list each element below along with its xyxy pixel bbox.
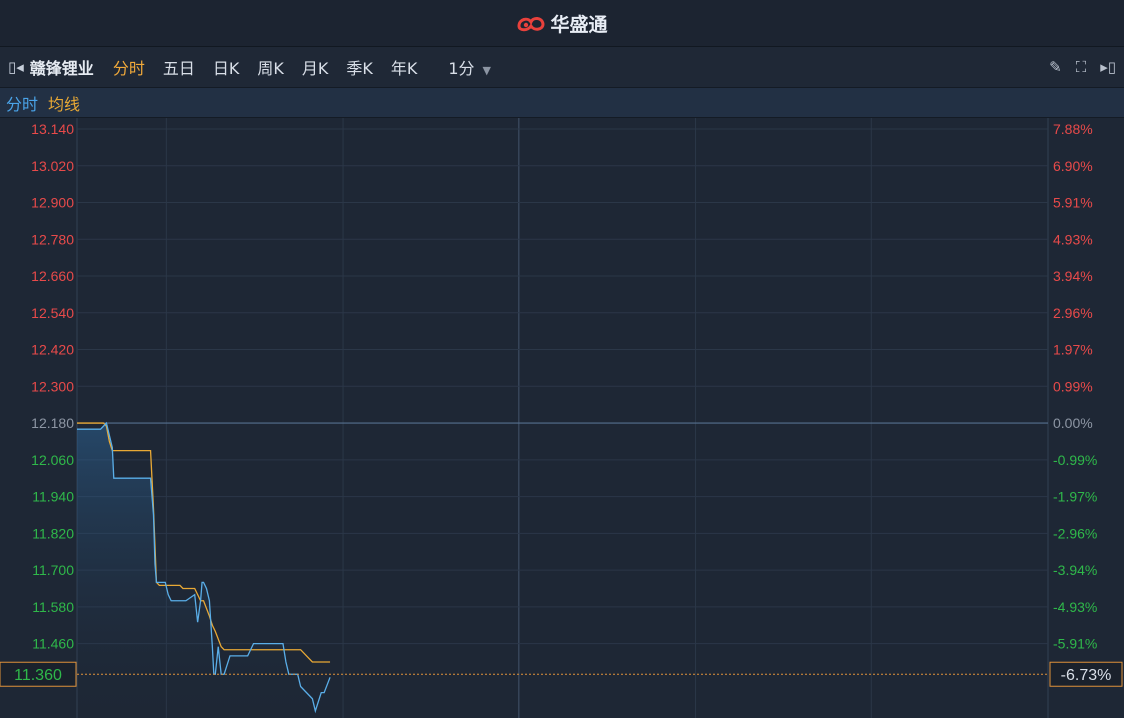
percent-tick-label: -2.96% [1053,525,1097,541]
grid [76,118,1049,718]
collapse-left-icon[interactable]: ▯◂ [8,58,24,76]
percent-axis: 7.88% 6.90% 5.91% 4.93% 3.94% 2.96% 1.97% 0.99%… [1053,121,1097,652]
chart-area[interactable]: 13.140 13.020 12.900 12.780 12.660 12.540 12.4… [0,118,1124,718]
percent-tick-label: 2.96% [1053,305,1093,321]
percent-tick-label: -3.94% [1053,562,1097,578]
current-pct-label: -6.73% [1061,667,1112,684]
percent-tick-label: -0.99% [1053,452,1097,468]
price-tick-label: 13.020 [31,158,74,174]
chevron-down-icon: ▼ [482,64,491,77]
brand-logo: 华盛通 [516,10,608,37]
price-tick-label: 11.700 [32,562,74,578]
price-tick-label: 12.900 [31,195,74,211]
price-tick-label: 12.420 [31,342,74,358]
tab-yearly-k[interactable]: 年K [391,55,418,79]
legend-price: 分时 [6,94,39,114]
tab-intraday[interactable]: 分时 [113,55,145,79]
period-value: 1分 [448,59,475,78]
intraday-chart[interactable]: 13.140 13.020 12.900 12.780 12.660 12.540 12.4… [0,118,1124,718]
legend-average: 均线 [48,94,81,114]
price-tick-label: 12.660 [31,268,74,284]
price-tick-label: 12.180 [31,415,74,431]
percent-tick-label: -4.93% [1053,599,1097,615]
stock-name: 赣锋锂业 [29,59,94,78]
fullscreen-icon[interactable]: ⛶ [1076,58,1087,76]
price-tick-label: 12.540 [31,305,74,321]
percent-tick-label: -5.91% [1053,636,1097,652]
price-tick-label: 11.460 [32,636,74,652]
price-tick-label: 12.060 [31,452,74,468]
price-tick-label: 11.820 [32,525,74,541]
title-bar: 华盛通 [0,0,1124,47]
percent-tick-label: 3.94% [1053,268,1093,284]
tab-monthly-k[interactable]: 月K [302,55,329,79]
period-select[interactable]: 1分 ▼ [448,55,491,79]
pencil-icon[interactable]: ✎ [1049,58,1062,76]
percent-tick-label: 4.93% [1053,231,1093,247]
percent-tick-label: 0.99% [1053,378,1093,394]
logo-icon [517,17,545,32]
price-tick-label: 11.940 [32,489,74,505]
tab-quarterly-k[interactable]: 季K [346,55,373,79]
price-tick-label: 12.780 [31,231,74,247]
price-tick-label: 13.140 [31,121,74,137]
price-tick-label: 11.580 [32,599,74,615]
toolbar: ▯◂ 赣锋锂业 分时 五日 日K 周K 月K 季K 年K 1分 ▼ ✎ ⛶ ▸▯ [0,47,1124,88]
percent-tick-label: 1.97% [1053,342,1093,358]
right-tools: ✎ ⛶ ▸▯ [1049,47,1116,87]
tab-daily-k[interactable]: 日K [213,55,240,79]
price-axis: 13.140 13.020 12.900 12.780 12.660 12.540 12.4… [31,121,74,652]
percent-tick-label: 7.88% [1053,121,1093,137]
price-tick-label: 12.300 [31,378,74,394]
current-price-label: 11.360 [14,667,62,684]
tab-weekly-k[interactable]: 周K [257,55,284,79]
brand-name: 华盛通 [550,13,608,36]
tab-five-day[interactable]: 五日 [163,55,195,79]
collapse-right-icon[interactable]: ▸▯ [1100,58,1116,76]
percent-tick-label: 5.91% [1053,195,1093,211]
percent-tick-label: 0.00% [1053,415,1093,431]
percent-tick-label: 6.90% [1053,158,1093,174]
legend-bar: 分时 均线 [0,88,1124,118]
percent-tick-label: -1.97% [1053,489,1097,505]
